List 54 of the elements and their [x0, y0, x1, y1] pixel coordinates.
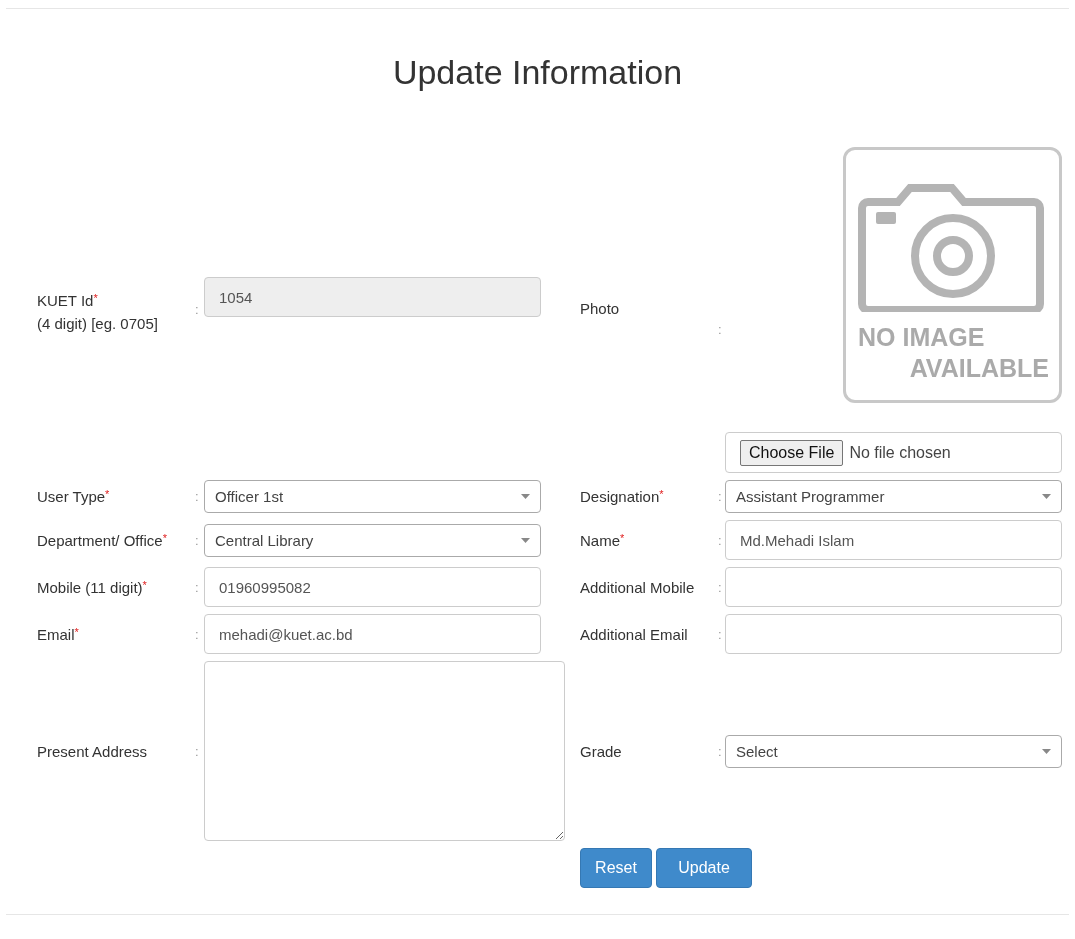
field-label: Additional Email	[580, 625, 689, 643]
field-label: Department/ Office*	[37, 531, 168, 549]
select-field[interactable]: Select	[725, 734, 1062, 768]
field-hint: (4 digit) [eg. 0705]	[37, 315, 159, 332]
field-label: Present Address	[37, 742, 149, 760]
text-field[interactable]	[725, 614, 1062, 654]
colon: :	[195, 302, 199, 317]
required-mark: *	[659, 488, 664, 500]
caret-icon	[521, 494, 530, 499]
address-field[interactable]	[204, 661, 565, 841]
colon: :	[718, 626, 722, 642]
field-label: Mobile (11 digit)*	[37, 578, 148, 596]
required-mark: *	[142, 578, 147, 591]
colon: :	[195, 626, 199, 642]
caret-icon	[1042, 494, 1051, 499]
no-image-text: NO IMAGE	[858, 322, 985, 353]
text-field[interactable]: mehadi@kuet.ac.bd	[204, 614, 541, 654]
field-label: Name*	[580, 531, 626, 549]
field-label: Additional Mobile	[580, 578, 696, 596]
reset-button[interactable]: Reset	[580, 848, 652, 888]
colon: :	[718, 532, 722, 548]
colon: :	[718, 579, 722, 595]
field-label: Grade	[580, 742, 623, 760]
field-label: Photo	[580, 300, 621, 317]
select-field[interactable]: Central Library	[204, 523, 541, 557]
required-mark: *	[74, 625, 79, 638]
required-mark: *	[105, 488, 110, 500]
select-field[interactable]: Officer 1st	[204, 480, 541, 513]
text-field[interactable]: 01960995082	[204, 567, 541, 607]
file-field[interactable]: Choose File No file chosen	[725, 432, 1062, 473]
required-mark: *	[620, 531, 625, 544]
select-field[interactable]: Assistant Programmer	[725, 480, 1062, 513]
choose-file-button[interactable]: Choose File	[740, 439, 844, 466]
file-status: No file chosen	[849, 443, 951, 462]
colon: :	[195, 579, 199, 595]
no-image-text: AVAILABLE	[909, 353, 1049, 384]
colon: :	[195, 489, 199, 504]
caret-icon	[1042, 748, 1051, 754]
colon: :	[718, 743, 722, 759]
page-title: Update Information	[391, 52, 684, 93]
field-label: Email*	[37, 625, 80, 643]
colon: :	[718, 489, 722, 504]
update-button[interactable]: Update	[656, 848, 752, 888]
colon: :	[195, 743, 199, 759]
text-field[interactable]	[725, 567, 1062, 607]
required-mark: *	[93, 292, 98, 304]
field-label: Designation*	[580, 488, 665, 505]
caret-icon	[521, 537, 530, 543]
field-label: User Type*	[37, 488, 111, 505]
colon: :	[195, 532, 199, 548]
text-field[interactable]: Md.Mehadi Islam	[725, 520, 1062, 560]
field-label: KUET Id*	[37, 292, 99, 309]
required-mark: *	[162, 531, 167, 544]
colon: :	[718, 322, 722, 337]
